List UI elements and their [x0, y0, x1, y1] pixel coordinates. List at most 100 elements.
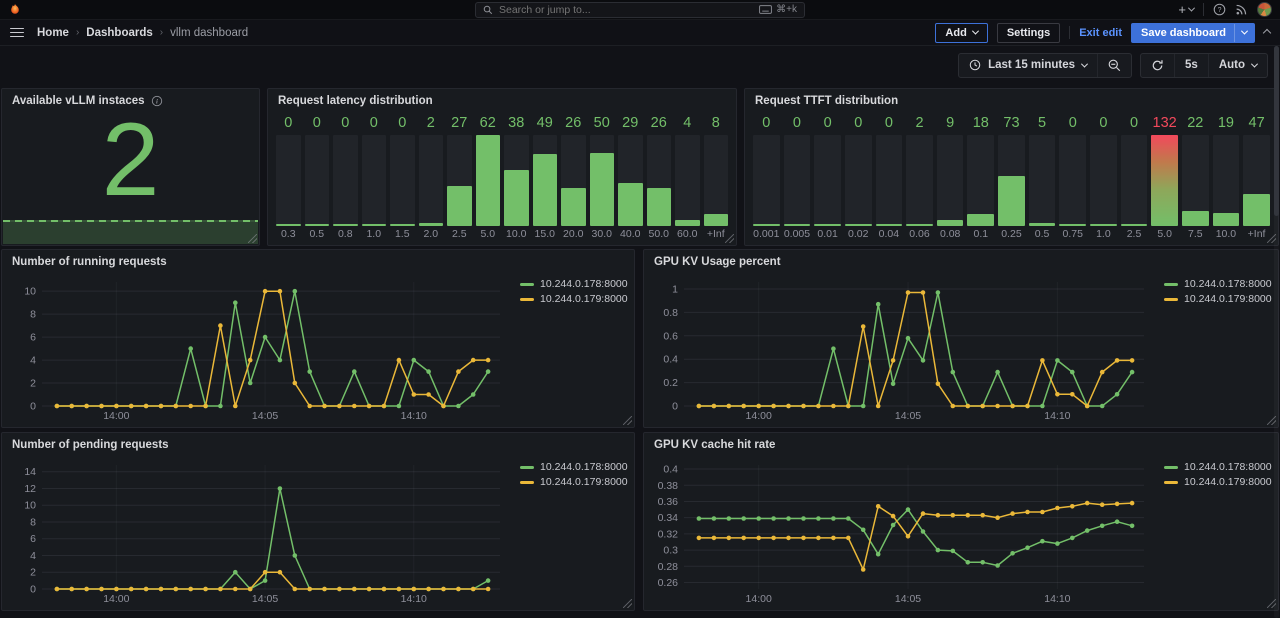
- save-dashboard-button[interactable]: Save dashboard: [1131, 23, 1255, 43]
- timeseries-chart: 14:0014:0514:100246810: [8, 274, 510, 423]
- panel-header[interactable]: GPU KV Usage percent: [644, 250, 1278, 270]
- news-icon[interactable]: [1235, 3, 1248, 16]
- data-point: [697, 516, 702, 521]
- legend-item[interactable]: 10.244.0.179:8000: [520, 293, 628, 305]
- histogram-bar[interactable]: 460.0: [675, 113, 700, 241]
- data-point: [84, 587, 89, 592]
- search-bar[interactable]: ⌘+k: [475, 2, 805, 18]
- legend-item[interactable]: 10.244.0.179:8000: [1164, 476, 1272, 488]
- panel-header[interactable]: Request TTFT distribution: [745, 89, 1278, 109]
- histogram-bar[interactable]: 272.5: [447, 113, 472, 241]
- search-input[interactable]: [499, 4, 753, 16]
- legend-item[interactable]: 10.244.0.179:8000: [1164, 293, 1272, 305]
- time-range-picker[interactable]: Last 15 minutes: [959, 54, 1097, 77]
- histogram-bar[interactable]: 5030.0: [590, 113, 615, 241]
- histogram-bar[interactable]: 180.1: [967, 113, 994, 241]
- help-button[interactable]: ?: [1213, 3, 1226, 16]
- panel-resize-handle[interactable]: [248, 234, 257, 243]
- histogram-bar[interactable]: 02.5: [1121, 113, 1148, 241]
- x-tick-label: 14:05: [895, 410, 921, 422]
- legend-item[interactable]: 10.244.0.179:8000: [520, 476, 628, 488]
- data-point: [1130, 524, 1135, 529]
- histogram-bar[interactable]: 00.005: [784, 113, 811, 241]
- histogram-bar[interactable]: 1325.0: [1151, 113, 1178, 241]
- histogram-bar[interactable]: 00.02: [845, 113, 872, 241]
- data-point: [756, 404, 761, 409]
- histogram-bar[interactable]: 3810.0: [504, 113, 529, 241]
- exit-edit-button[interactable]: Exit edit: [1079, 27, 1122, 39]
- histogram-bar[interactable]: 00.001: [753, 113, 780, 241]
- histogram-bar[interactable]: 2650.0: [647, 113, 672, 241]
- bar-track: [876, 135, 903, 226]
- refresh-button[interactable]: [1141, 54, 1174, 77]
- panel-header[interactable]: GPU KV cache hit rate: [644, 433, 1278, 453]
- histogram-bar[interactable]: 01.5: [390, 113, 415, 241]
- bar-category-label: 1.0: [1090, 226, 1117, 241]
- data-point: [278, 486, 283, 491]
- histogram-bar[interactable]: 625.0: [476, 113, 501, 241]
- histogram-bar[interactable]: 01.0: [362, 113, 387, 241]
- search-shortcut-label: ⌘+k: [776, 4, 797, 15]
- histogram-bar[interactable]: 20.06: [906, 113, 933, 241]
- panel-resize-handle[interactable]: [725, 234, 734, 243]
- timeseries-plot[interactable]: 14:0014:0514:100.260.280.30.320.340.360.…: [650, 457, 1154, 606]
- histogram-bar[interactable]: 4915.0: [533, 113, 558, 241]
- data-point: [99, 404, 104, 409]
- histogram-bar[interactable]: 00.75: [1059, 113, 1086, 241]
- data-point: [337, 404, 342, 409]
- panel-header[interactable]: Number of pending requests: [2, 433, 634, 453]
- auto-refresh-picker[interactable]: Auto: [1208, 54, 1267, 77]
- timeseries-plot[interactable]: 14:0014:0514:1002468101214: [8, 457, 510, 606]
- bar-category-label: 0.005: [784, 226, 811, 241]
- histogram-bar[interactable]: 730.25: [998, 113, 1025, 241]
- histogram-bar[interactable]: 50.5: [1029, 113, 1056, 241]
- legend-item[interactable]: 10.244.0.178:8000: [1164, 278, 1272, 290]
- histogram-bar[interactable]: 00.3: [276, 113, 301, 241]
- bar-fill: [476, 135, 501, 226]
- legend-item[interactable]: 10.244.0.178:8000: [520, 278, 628, 290]
- bar-track: [647, 135, 672, 226]
- data-point: [1115, 358, 1120, 363]
- data-point: [816, 516, 821, 521]
- legend-series-name: 10.244.0.179:8000: [540, 476, 628, 488]
- collapse-chevron-up-icon[interactable]: [1264, 30, 1270, 36]
- grafana-logo[interactable]: [8, 3, 22, 17]
- scrollbar-thumb[interactable]: [1274, 46, 1279, 216]
- timeseries-plot[interactable]: 14:0014:0514:1000.20.40.60.81: [650, 274, 1154, 423]
- add-button[interactable]: Add: [935, 23, 987, 43]
- histogram-bar[interactable]: 1910.0: [1213, 113, 1240, 241]
- histogram-bar[interactable]: 00.04: [876, 113, 903, 241]
- data-point: [951, 370, 956, 375]
- panel-resize-handle[interactable]: [623, 416, 632, 425]
- refresh-interval-value[interactable]: 5s: [1174, 54, 1208, 77]
- settings-button[interactable]: Settings: [997, 23, 1060, 43]
- breadcrumb-dashboards[interactable]: Dashboards: [86, 27, 152, 39]
- timeseries-plot[interactable]: 14:0014:0514:100246810: [8, 274, 510, 423]
- histogram-bar[interactable]: 227.5: [1182, 113, 1209, 241]
- legend-series-color: [520, 283, 534, 286]
- histogram-bar[interactable]: 00.8: [333, 113, 358, 241]
- histogram-bar[interactable]: 47+Inf: [1243, 113, 1270, 241]
- histogram-bar[interactable]: 22.0: [419, 113, 444, 241]
- bar-value-label: 19: [1213, 113, 1240, 133]
- panel-resize-handle[interactable]: [623, 599, 632, 608]
- bar-value-label: 0: [333, 113, 358, 133]
- zoom-out-button[interactable]: [1097, 54, 1131, 77]
- panel-header[interactable]: Number of running requests: [2, 250, 634, 270]
- legend-item[interactable]: 10.244.0.178:8000: [520, 461, 628, 473]
- histogram-bar[interactable]: 00.01: [814, 113, 841, 241]
- histogram-bar[interactable]: 2620.0: [561, 113, 586, 241]
- histogram-bar[interactable]: 90.08: [937, 113, 964, 241]
- panel-header[interactable]: Request latency distribution: [268, 89, 736, 109]
- histogram-bar[interactable]: 01.0: [1090, 113, 1117, 241]
- histogram-bar[interactable]: 2940.0: [618, 113, 643, 241]
- legend-item[interactable]: 10.244.0.178:8000: [1164, 461, 1272, 473]
- user-avatar[interactable]: [1257, 2, 1272, 17]
- add-menu-button[interactable]: +: [1178, 3, 1194, 16]
- save-dashboard-caret[interactable]: [1234, 24, 1254, 42]
- breadcrumb-home[interactable]: Home: [37, 27, 69, 39]
- chevron-down-icon: [1081, 60, 1088, 67]
- histogram-bar[interactable]: 8+Inf: [704, 113, 729, 241]
- histogram-bar[interactable]: 00.5: [305, 113, 330, 241]
- menu-icon[interactable]: [10, 28, 24, 38]
